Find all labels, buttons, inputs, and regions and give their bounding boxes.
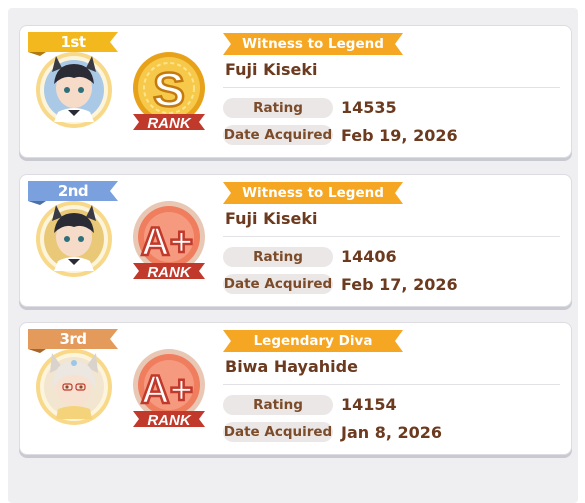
place-label: 1st (60, 33, 86, 51)
rating-label: Rating (223, 395, 333, 415)
character-name: Fuji Kiseki (225, 60, 318, 79)
rating-value: 14535 (341, 98, 397, 117)
ranking-card-3[interactable]: 3rd A+ RANK Legendary Diva Biwa Hayahide… (19, 322, 572, 455)
avatar (34, 50, 114, 130)
avatar (34, 199, 114, 279)
divider (223, 87, 560, 88)
ranking-card-1[interactable]: 1st S RANK Witness to Legend Fuji Kiseki… (19, 25, 572, 158)
place-label: 3rd (59, 330, 87, 348)
date-acquired-label: Date Acquired (223, 125, 333, 145)
rating-value: 14406 (341, 247, 397, 266)
title-label: Legendary Diva (253, 333, 373, 349)
ranking-card-2[interactable]: 2nd A+ RANK Witness to Legend Fuji Kisek… (19, 174, 572, 307)
rank-badge: S RANK (125, 48, 213, 136)
title-label: Witness to Legend (242, 185, 384, 201)
rank-word: RANK (147, 264, 191, 281)
title-ribbon: Witness to Legend (223, 33, 403, 55)
rank-badge: A+ RANK (125, 197, 213, 285)
title-ribbon: Legendary Diva (223, 330, 403, 352)
avatar (34, 347, 114, 427)
character-name: Fuji Kiseki (225, 209, 318, 228)
divider (223, 384, 560, 385)
date-acquired-value: Feb 19, 2026 (341, 126, 458, 145)
rating-label: Rating (223, 247, 333, 267)
date-acquired-label: Date Acquired (223, 422, 333, 442)
rank-word: RANK (147, 412, 191, 429)
rank-word: RANK (147, 115, 191, 132)
title-label: Witness to Legend (242, 36, 384, 52)
character-name: Biwa Hayahide (225, 357, 358, 376)
rank-badge: A+ RANK (125, 345, 213, 433)
rating-label: Rating (223, 98, 333, 118)
divider (223, 236, 560, 237)
date-acquired-value: Jan 8, 2026 (341, 423, 443, 442)
rank-letter: S (153, 64, 185, 117)
title-ribbon: Witness to Legend (223, 182, 403, 204)
place-label: 2nd (57, 182, 89, 200)
rank-letter: A+ (141, 220, 193, 264)
rank-letter: A+ (141, 368, 193, 412)
date-acquired-label: Date Acquired (223, 274, 333, 294)
rating-value: 14154 (341, 395, 397, 414)
date-acquired-value: Feb 17, 2026 (341, 275, 458, 294)
